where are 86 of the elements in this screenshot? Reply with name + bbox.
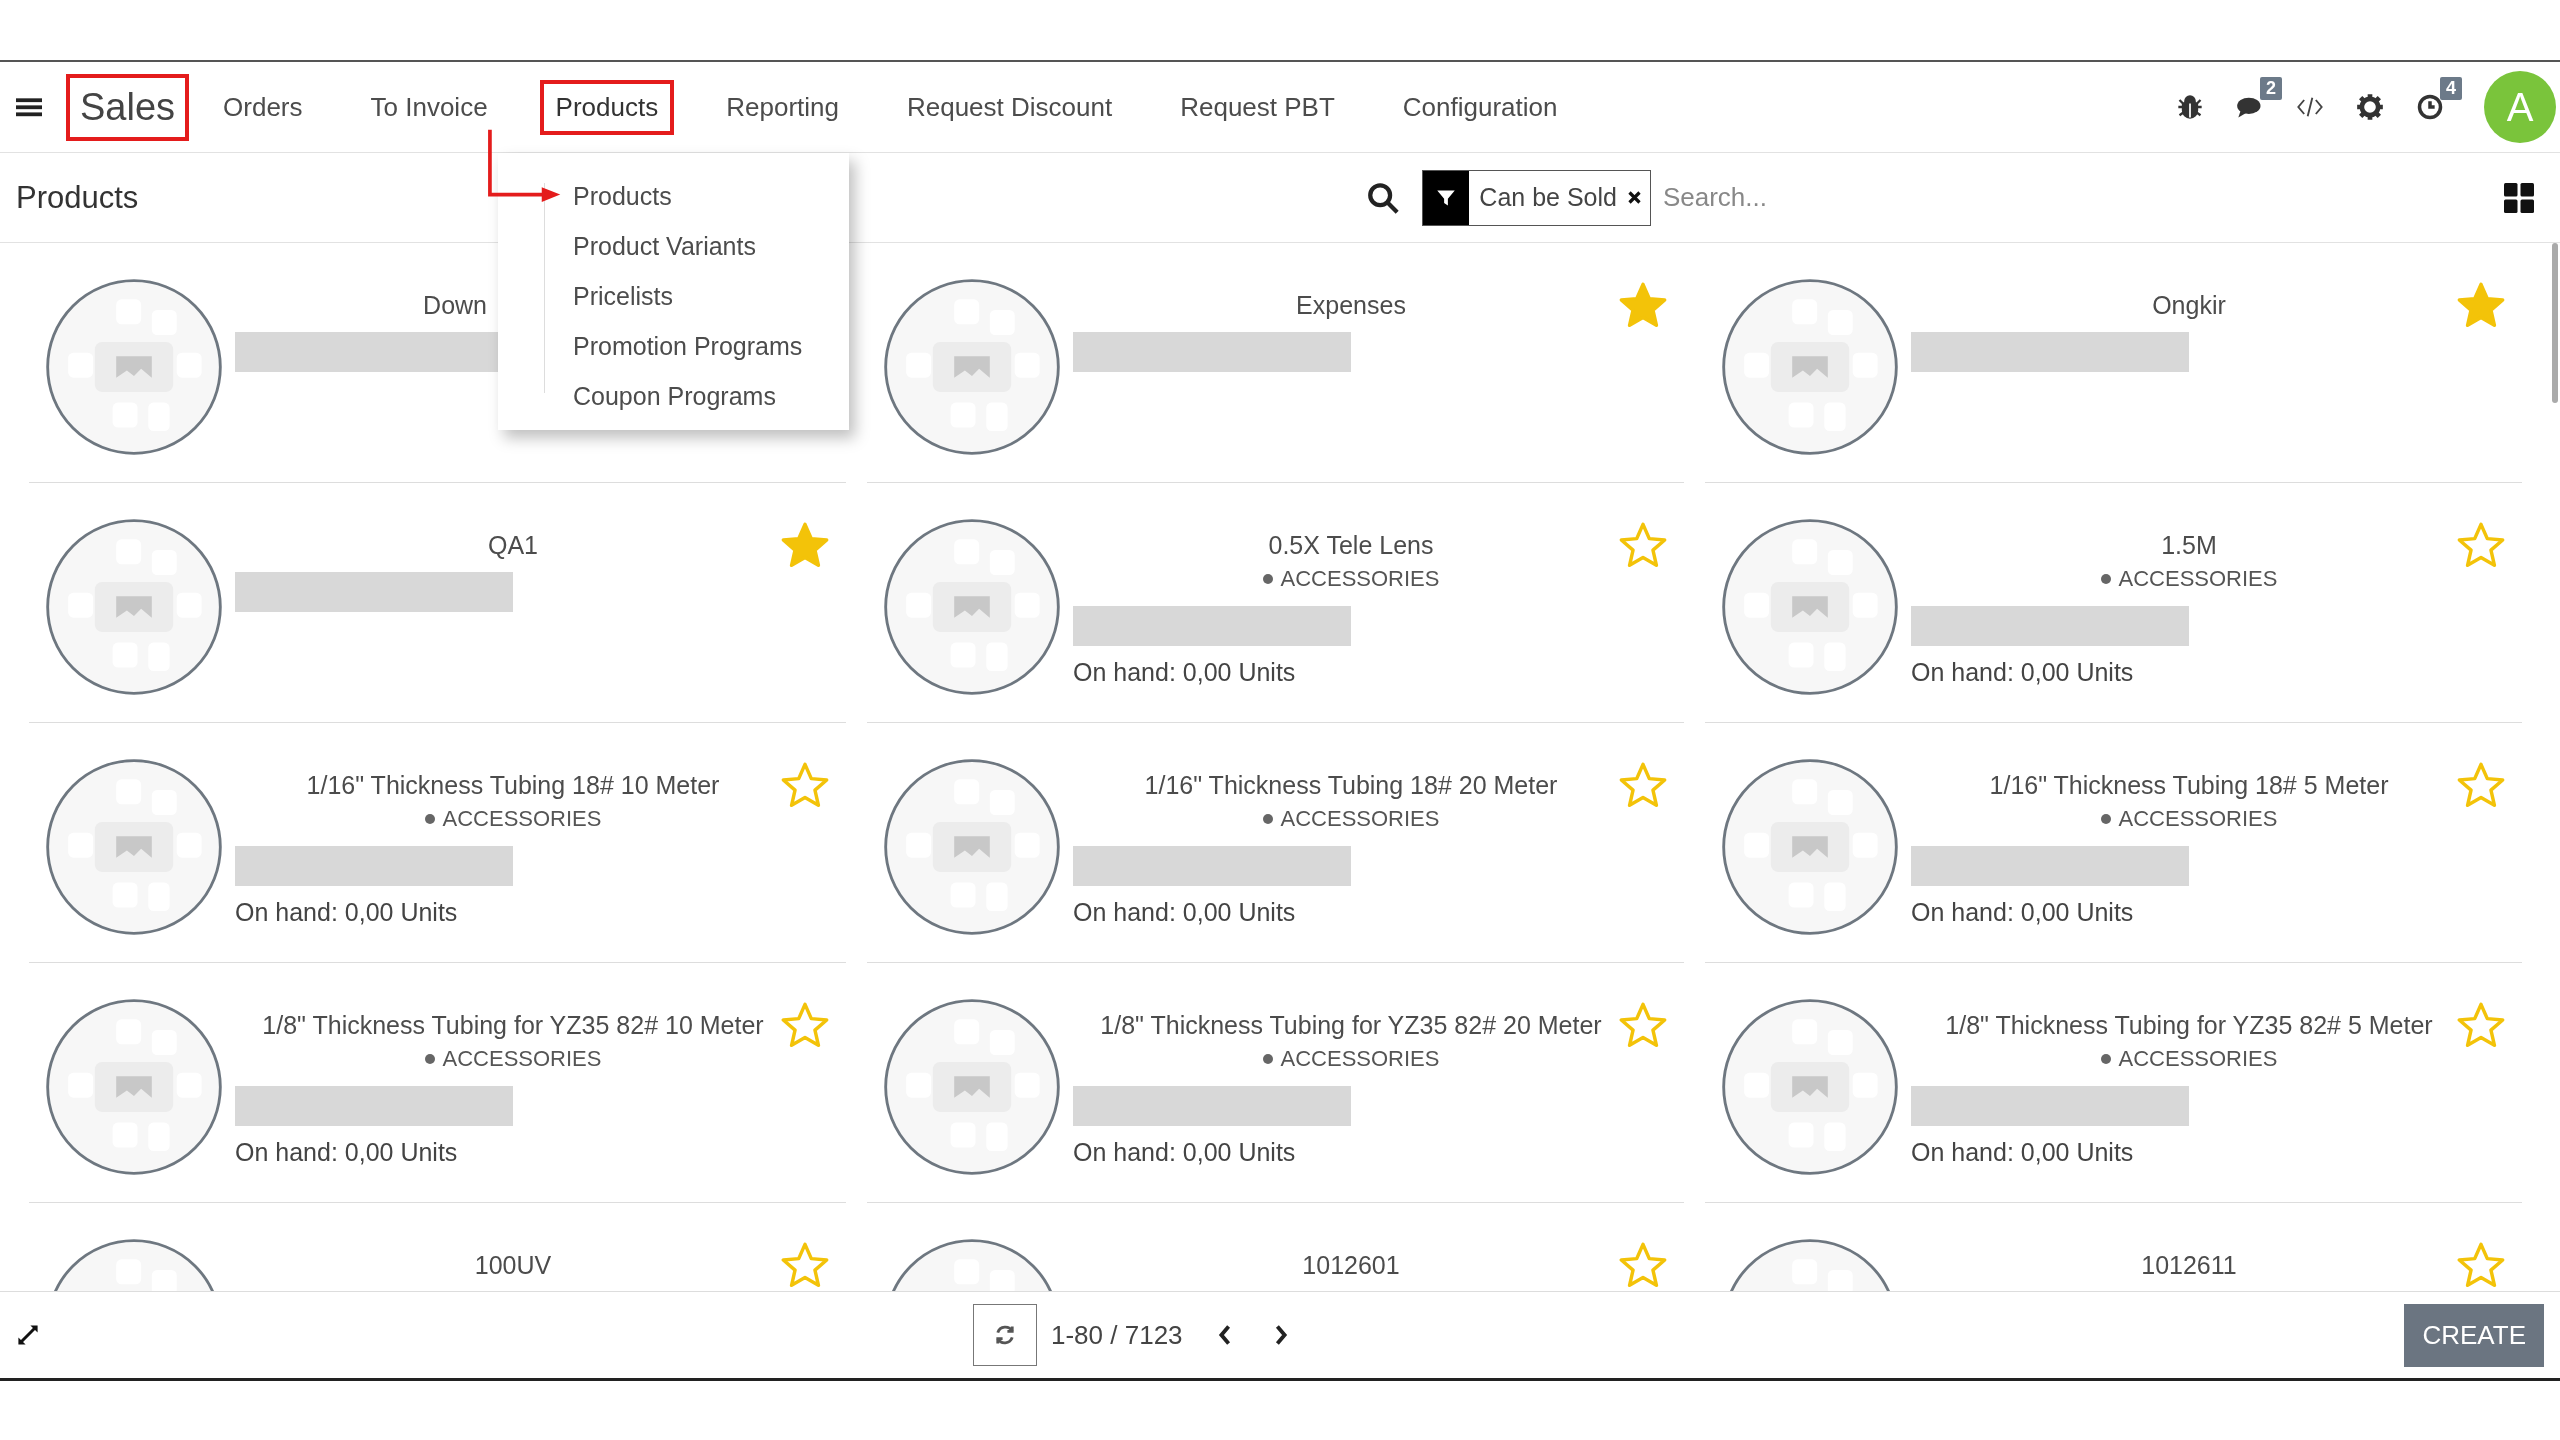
menu-item[interactable]: Request Discount: [890, 79, 1129, 135]
product-name[interactable]: 1/8" Thickness Tubing for YZ35 82# 5 Meter: [1911, 1008, 2467, 1042]
on-hand-text: On hand: 0,00 Units: [1073, 658, 1297, 687]
placeholder-image-icon: [883, 758, 1061, 936]
on-hand-text: On hand: 0,00 Units: [235, 898, 459, 927]
product-card[interactable]: 1/8" Thickness Tubing for YZ35 82# 10 Meter ACCESSORIES On hand: 0,00 Units: [29, 963, 846, 1203]
expand-icon[interactable]: [16, 1323, 40, 1347]
category-tag: ACCESSORIES: [1911, 802, 2467, 836]
kanban-view-icon[interactable]: [2504, 182, 2534, 213]
scrollbar-thumb[interactable]: [2552, 243, 2558, 403]
breadcrumb: Products: [16, 179, 139, 216]
product-name[interactable]: 0.5X Tele Lens: [1073, 528, 1629, 562]
product-name[interactable]: 1012601: [1073, 1248, 1629, 1282]
clock-icon[interactable]: [2416, 93, 2444, 121]
on-hand-text: On hand: 0,00 Units: [235, 1138, 459, 1167]
category-tag: ACCESSORIES: [235, 1042, 791, 1076]
placeholder-image-icon: [1721, 518, 1899, 696]
remove-icon[interactable]: [1626, 190, 1642, 205]
filter-facet[interactable]: Can be Sold: [1422, 169, 1651, 226]
product-card[interactable]: Ongkir: [1705, 243, 2522, 483]
placeholder-image-icon: [883, 518, 1061, 696]
product-card[interactable]: QA1: [29, 483, 846, 723]
menu-item[interactable]: Products: [539, 79, 675, 135]
previous-icon[interactable]: [1216, 1323, 1233, 1347]
placeholder-image-icon: [45, 758, 223, 936]
menu-item[interactable]: Configuration: [1386, 79, 1574, 135]
product-name[interactable]: Down: [235, 288, 487, 322]
category-tag: ACCESSORIES: [1911, 1042, 2467, 1076]
dropdown-item[interactable]: Coupon Programs: [573, 371, 849, 421]
product-card[interactable]: 0.5X Tele Lens ACCESSORIES On hand: 0,00 Units: [867, 483, 1684, 723]
placeholder-image-icon: [1721, 278, 1899, 456]
bug-icon[interactable]: [2176, 93, 2204, 121]
category-tag: ACCESSORIES: [1073, 562, 1629, 596]
placeholder-image-icon: [45, 998, 223, 1176]
category-tag: ACCESSORIES: [1911, 562, 2467, 596]
placeholder-image-icon: [45, 518, 223, 696]
on-hand-text: On hand: 0,00 Units: [1911, 898, 2135, 927]
placeholder-image-icon: [45, 278, 223, 456]
product-card[interactable]: 1/16" Thickness Tubing 18# 5 Meter ACCESSORIES On hand: 0,00 Units: [1705, 723, 2522, 963]
dropdown-item[interactable]: Promotion Programs: [573, 321, 849, 371]
product-name[interactable]: 1/16" Thickness Tubing 18# 10 Meter: [235, 768, 791, 802]
category-tag: ACCESSORIES: [1073, 802, 1629, 836]
product-card[interactable]: 1/16" Thickness Tubing 18# 20 Meter ACCESSORIES On hand: 0,00 Units: [867, 723, 1684, 963]
search-icon[interactable]: [1366, 180, 1401, 215]
settings-icon[interactable]: [2356, 93, 2384, 121]
create-button[interactable]: CREATE: [2404, 1303, 2544, 1367]
menu-item[interactable]: Request PBT: [1164, 79, 1351, 135]
product-name[interactable]: 1/8" Thickness Tubing for YZ35 82# 10 Meter: [235, 1008, 791, 1042]
category-tag: ACCESSORIES: [235, 802, 791, 836]
product-name[interactable]: 1/8" Thickness Tubing for YZ35 82# 20 Meter: [1073, 1008, 1629, 1042]
product-card[interactable]: Expenses: [867, 243, 1684, 483]
menu-icon[interactable]: [16, 96, 42, 118]
product-card[interactable]: 1.5M ACCESSORIES On hand: 0,00 Units: [1705, 483, 2522, 723]
product-name[interactable]: Ongkir: [1911, 288, 2467, 322]
product-card[interactable]: 1/8" Thickness Tubing for YZ35 82# 5 Meter ACCESSORIES On hand: 0,00 Units: [1705, 963, 2522, 1203]
product-name[interactable]: Expenses: [1073, 288, 1629, 322]
menu-item[interactable]: To Invoice: [354, 79, 504, 135]
product-name[interactable]: 1012611: [1911, 1248, 2467, 1282]
placeholder-image-icon: [883, 998, 1061, 1176]
menu-item[interactable]: Orders: [207, 79, 319, 135]
on-hand-text: On hand: 0,00 Units: [1073, 1138, 1297, 1167]
category-tag: ACCESSORIES: [1073, 1042, 1629, 1076]
refresh-icon: [993, 1323, 1017, 1347]
product-card[interactable]: 100UV: [29, 1203, 846, 1291]
placeholder-image-icon: [1721, 998, 1899, 1176]
placeholder-image-icon: [883, 278, 1061, 456]
pager-range[interactable]: 1-80 / 7123: [1051, 1319, 1183, 1351]
app-title[interactable]: Sales: [66, 73, 190, 141]
dropdown-item[interactable]: Products: [573, 171, 849, 221]
product-name[interactable]: 1/16" Thickness Tubing 18# 5 Meter: [1911, 768, 2467, 802]
product-name[interactable]: 1.5M: [1911, 528, 2467, 562]
product-name[interactable]: 1/16" Thickness Tubing 18# 20 Meter: [1073, 768, 1629, 802]
on-hand-text: On hand: 0,00 Units: [1911, 1138, 2135, 1167]
facet-label: Can be Sold: [1478, 183, 1618, 212]
product-name[interactable]: 100UV: [235, 1248, 791, 1282]
on-hand-text: On hand: 0,00 Units: [1073, 898, 1297, 927]
product-name[interactable]: QA1: [235, 528, 791, 562]
placeholder-image-icon: [1721, 758, 1899, 936]
on-hand-text: On hand: 0,00 Units: [1911, 658, 2135, 687]
product-card[interactable]: 1/8" Thickness Tubing for YZ35 82# 20 Meter ACCESSORIES On hand: 0,00 Units: [867, 963, 1684, 1203]
refresh-button[interactable]: [973, 1304, 1037, 1366]
count-badge: 4: [2440, 77, 2462, 100]
menu-item[interactable]: Reporting: [710, 79, 855, 135]
product-card[interactable]: 1/16" Thickness Tubing 18# 10 Meter ACCESSORIES On hand: 0,00 Units: [29, 723, 846, 963]
count-badge: 2: [2260, 77, 2282, 100]
dropdown-item[interactable]: Pricelists: [573, 271, 849, 321]
